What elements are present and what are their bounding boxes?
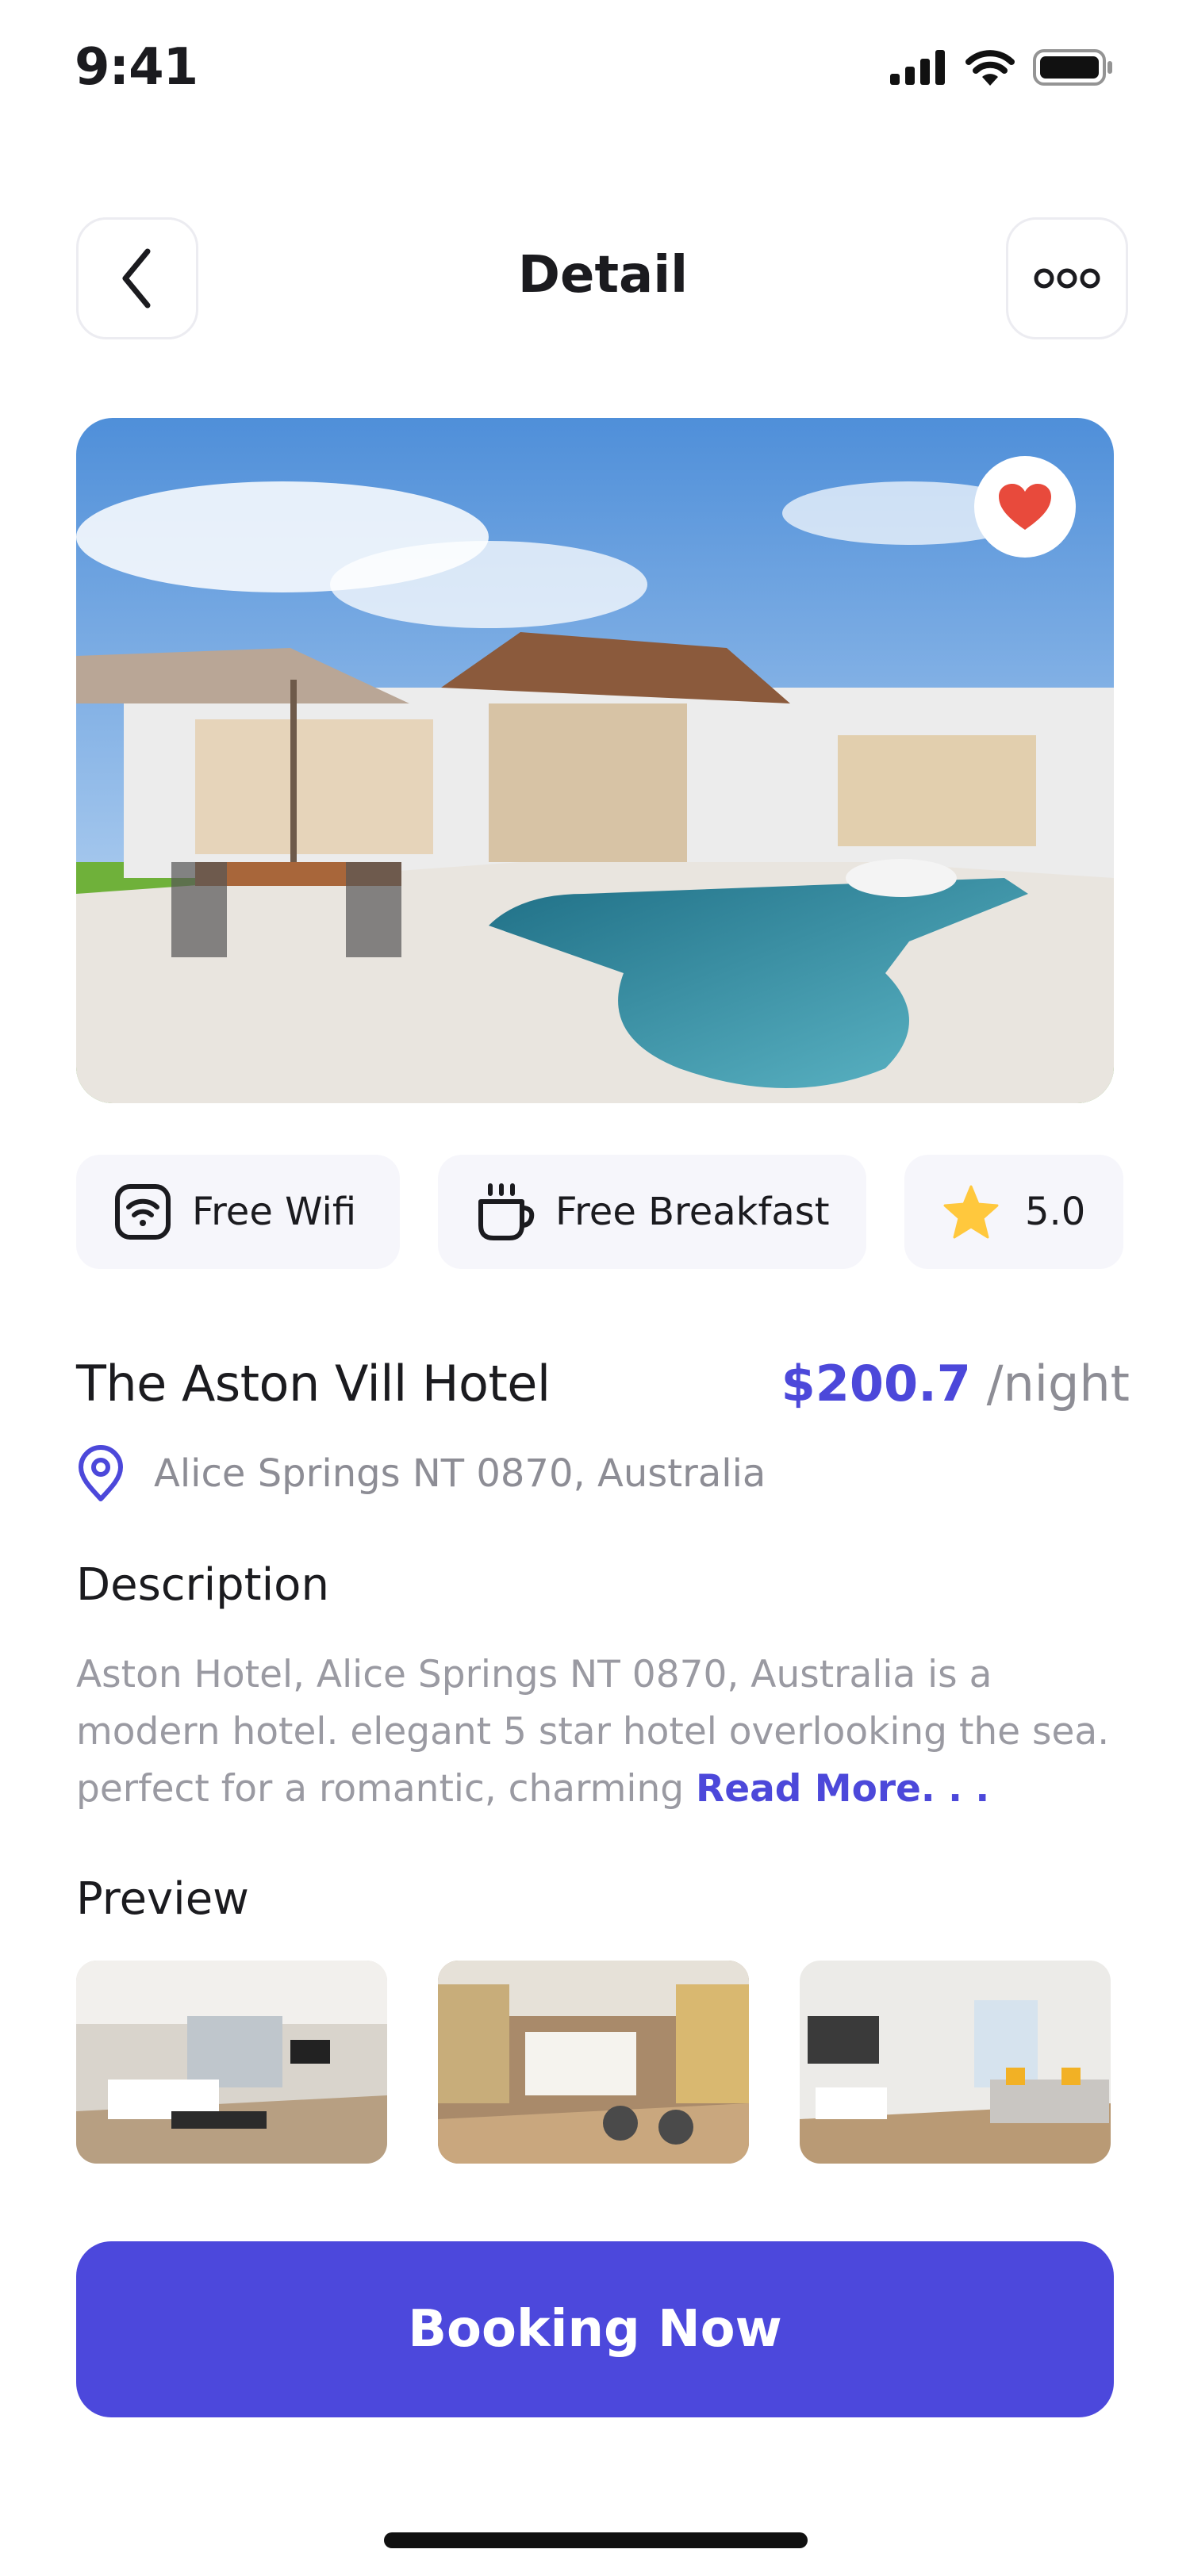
villa-pool-photo	[76, 418, 1114, 1103]
description-title: Description	[76, 1559, 329, 1611]
price: $200.7 /night	[781, 1355, 1130, 1413]
bedroom-photo	[76, 1961, 387, 2164]
amenity-label: Free Breakfast	[555, 1190, 830, 1234]
star-icon	[943, 1185, 999, 1239]
amenity-chip-wifi: Free Wifi	[76, 1155, 400, 1269]
status-icons	[890, 49, 1114, 86]
read-more-link[interactable]: Read More. . .	[696, 1767, 989, 1811]
amenity-chip-breakfast: Free Breakfast	[438, 1155, 866, 1269]
battery-icon	[1033, 49, 1112, 86]
amenity-label: Free Wifi	[192, 1190, 357, 1234]
location-text: Alice Springs NT 0870, Australia	[154, 1451, 766, 1496]
living-room-photo	[800, 1961, 1111, 2164]
rating-chip: 5.0	[904, 1155, 1123, 1269]
lobby-photo	[438, 1961, 749, 2164]
preview-title: Preview	[76, 1873, 249, 1925]
price-unit: /night	[986, 1355, 1130, 1413]
home-indicator	[384, 2532, 808, 2548]
signal-icon	[890, 50, 945, 85]
preview-image-living-room[interactable]	[800, 1961, 1111, 2164]
price-value: $200.7	[781, 1355, 971, 1413]
preview-image-bedroom[interactable]	[76, 1961, 387, 2164]
wifi-icon	[115, 1184, 171, 1240]
favorite-button[interactable]	[974, 456, 1076, 558]
description-text: Aston Hotel, Alice Springs NT 0870, Aust…	[76, 1646, 1131, 1818]
location: Alice Springs NT 0870, Australia	[76, 1445, 766, 1502]
booking-now-button[interactable]: Booking Now	[76, 2241, 1114, 2417]
preview-image-lobby[interactable]	[438, 1961, 749, 2164]
wifi-icon	[965, 50, 1015, 86]
location-pin-icon	[79, 1445, 123, 1501]
status-time: 9:41	[75, 38, 198, 97]
heart-icon	[999, 484, 1051, 530]
coffee-cup-icon	[478, 1183, 535, 1240]
hotel-hero-image	[76, 418, 1114, 1103]
more-options-button[interactable]	[1006, 217, 1128, 339]
hotel-name: The Aston Vill Hotel	[76, 1355, 551, 1413]
rating-value: 5.0	[1025, 1190, 1086, 1234]
more-dots-icon	[1034, 268, 1100, 289]
